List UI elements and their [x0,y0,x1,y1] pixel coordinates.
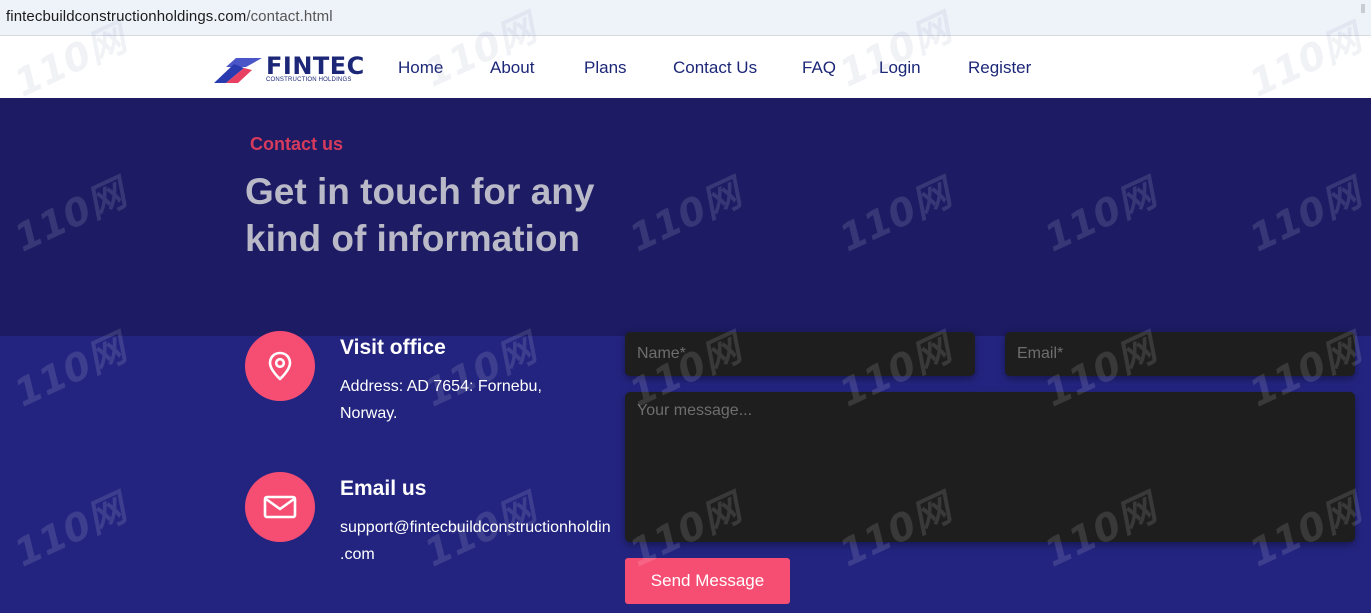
watermark: 110网 [7,485,133,576]
address-line-1: Address: AD 7654: Fornebu, [340,378,542,395]
location-pin-icon [245,331,315,401]
email-line-2[interactable]: .com [340,541,611,568]
visit-office-address: Address: AD 7654: Fornebu, Norway. [340,373,542,427]
nav-home[interactable]: Home [398,58,443,78]
nav-register[interactable]: Register [968,58,1031,78]
email-us-title: Email us [340,477,427,500]
send-message-button[interactable]: Send Message [625,558,790,604]
nav-login[interactable]: Login [879,58,921,78]
browser-address-bar[interactable]: fintecbuildconstructionholdings.com/cont… [0,0,1371,36]
url-text[interactable]: fintecbuildconstructionholdings.com/cont… [6,8,333,25]
page-headline: Get in touch for any kind of information [245,171,595,259]
site-navbar: FINTEC CONSTRUCTION HOLDINGS Home About … [0,36,1371,98]
name-input[interactable] [625,332,975,376]
nav-faq[interactable]: FAQ [802,58,836,78]
url-domain: fintecbuildconstructionholdings.com [6,8,247,25]
nav-plans[interactable]: Plans [584,58,627,78]
site-logo[interactable]: FINTEC CONSTRUCTION HOLDINGS [212,52,364,86]
section-eyebrow: Contact us [250,134,344,154]
email-input[interactable] [1005,332,1355,376]
contact-hero: Contact us Get in touch for any kind of … [0,98,1371,336]
envelope-icon [245,472,315,542]
nav-about[interactable]: About [490,58,534,78]
logo-subtext: CONSTRUCTION HOLDINGS [266,77,352,83]
logo-mark-icon [214,58,262,83]
visit-office-title: Visit office [340,336,446,359]
address-line-2: Norway. [340,405,398,422]
scrollbar-thumb[interactable] [1361,4,1365,13]
message-textarea[interactable] [625,392,1355,542]
email-address[interactable]: support@fintecbuildconstructionholdin .c… [340,514,611,568]
logo-text: FINTEC [266,52,365,80]
email-line-1[interactable]: support@fintecbuildconstructionholdin [340,514,611,541]
url-path: /contact.html [246,8,333,25]
nav-contact-us[interactable]: Contact Us [673,58,757,78]
